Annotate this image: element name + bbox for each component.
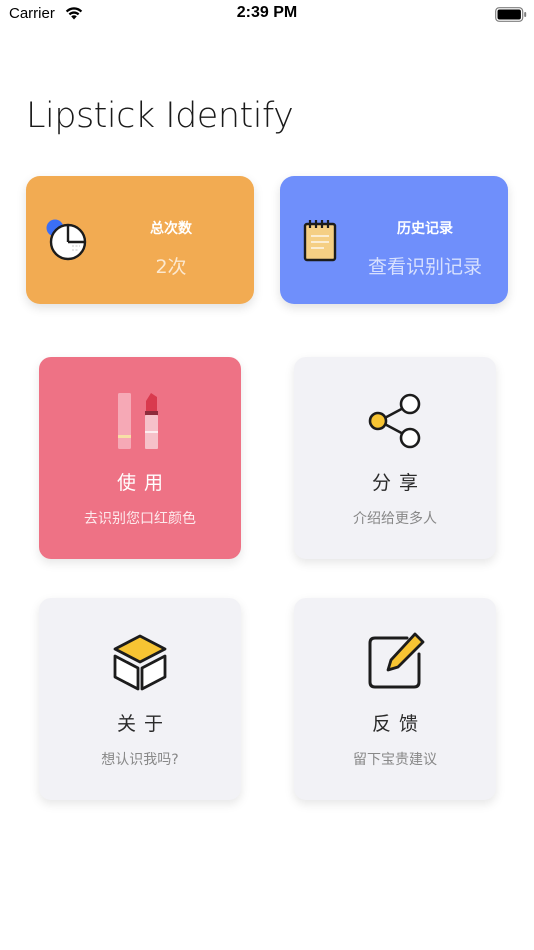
- share-tile[interactable]: 分享 介绍给更多人: [294, 357, 496, 559]
- about-tile[interactable]: 关于 想认识我吗?: [39, 598, 241, 800]
- history-card[interactable]: 历史记录 查看识别记录: [280, 176, 508, 304]
- about-subtitle: 想认识我吗?: [101, 752, 179, 768]
- about-label: 关于: [116, 713, 171, 735]
- use-label: 使用: [116, 472, 171, 494]
- share-icon: [368, 393, 421, 449]
- lipstick-icon: [118, 393, 158, 449]
- page-title: Lipstick Identify: [26, 96, 294, 136]
- total-count-title: 总次数: [150, 221, 192, 237]
- notepad-icon: [303, 220, 337, 262]
- share-label: 分享: [371, 472, 426, 494]
- battery-icon: [495, 7, 527, 22]
- edit-icon: [368, 632, 425, 689]
- pie-chart-icon: [46, 219, 87, 261]
- use-tile[interactable]: 使用 去识别您口红颜色: [39, 357, 241, 559]
- status-time: 2:39 PM: [236, 4, 298, 21]
- status-bar: Carrier 2:39 PM: [0, 0, 534, 28]
- feedback-tile[interactable]: 反馈 留下宝贵建议: [294, 598, 496, 800]
- use-subtitle: 去识别您口红颜色: [84, 511, 196, 527]
- total-count-value: 2次: [155, 256, 187, 278]
- history-subtitle: 查看识别记录: [367, 256, 482, 278]
- feedback-label: 反馈: [371, 713, 426, 735]
- total-count-card[interactable]: 总次数 2次: [26, 176, 254, 304]
- box-icon: [113, 634, 167, 691]
- feedback-subtitle: 留下宝贵建议: [353, 752, 437, 768]
- history-title: 历史记录: [397, 221, 453, 237]
- share-subtitle: 介绍给更多人: [353, 511, 437, 527]
